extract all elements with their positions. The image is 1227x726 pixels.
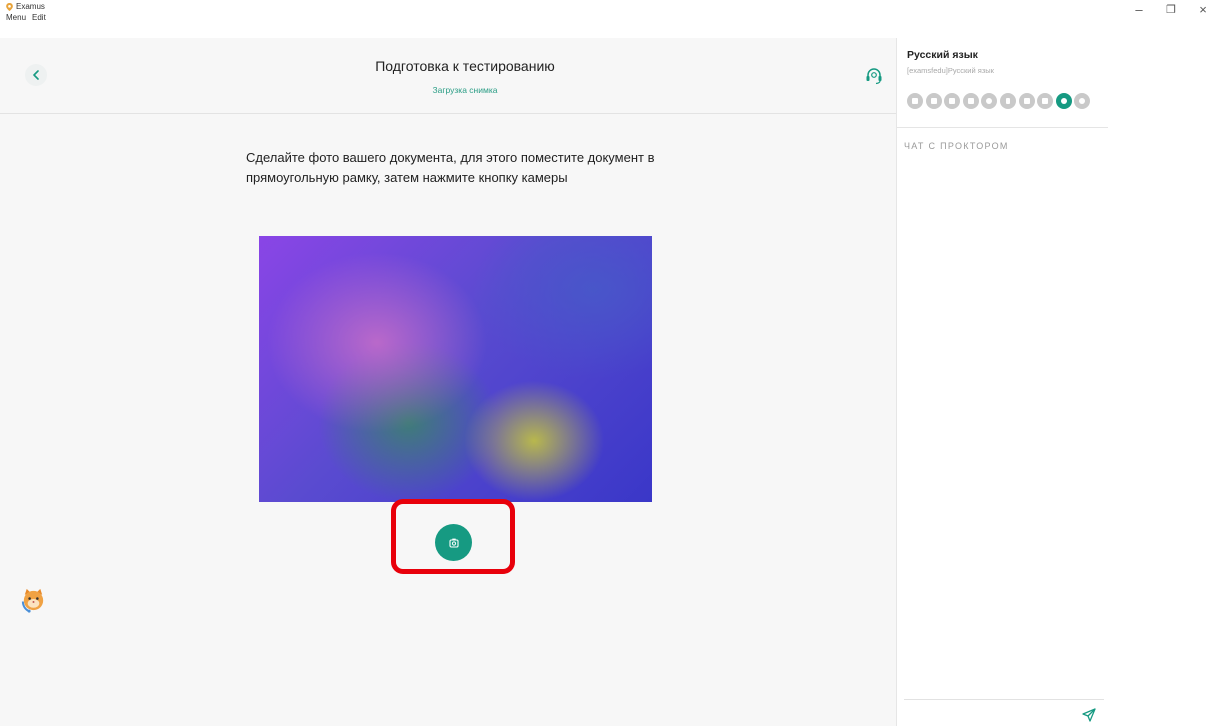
close-button[interactable]: × [1196,3,1210,17]
calculator-icon [944,93,961,109]
examus-logo-icon [6,2,13,11]
sidebar-divider [897,127,1108,128]
main-panel: Подготовка к тестированию Загрузка снимк… [0,38,896,726]
screen-icon [1037,93,1054,109]
app-title-text: Examus [16,2,45,11]
headset-icon[interactable] [864,66,884,86]
page-subtitle: Загрузка снимка [432,85,498,95]
title-bar: Examus Menu Edit – ❐ × [0,0,1227,38]
book-icon [925,93,942,109]
window-controls: – ❐ × [1132,3,1210,17]
menu-bar: Menu Edit [6,13,46,22]
proctor-avatar-icon[interactable] [19,586,48,615]
document-icon [1018,93,1035,109]
calculator-icon [962,93,979,109]
exam-title: Русский язык [907,49,978,61]
eye-icon [1055,93,1072,109]
chat-input[interactable] [904,699,1104,700]
maximize-button[interactable]: ❐ [1164,3,1178,17]
instructions-text: Сделайте фото вашего документа, для этог… [246,150,655,185]
page-title: Подготовка к тестированию [375,58,555,74]
status-icons-row [907,93,1091,109]
camera-preview [259,236,652,502]
minimize-button[interactable]: – [1132,3,1146,17]
menu-item-edit[interactable]: Edit [32,13,46,22]
person-icon [1074,93,1091,109]
exam-subtitle: [examsfedu]Русский язык [907,66,994,75]
mic-icon [907,93,923,109]
app-title: Examus [6,2,45,11]
globe-icon [981,93,998,109]
phone-icon [999,93,1016,109]
page-header: Подготовка к тестированию Загрузка снимк… [0,38,896,114]
exam-sidebar: Русский язык [examsfedu]Русский язык ЧАТ… [896,38,1108,726]
highlight-annotation [391,499,515,574]
chat-header: ЧАТ С ПРОКТОРОМ [904,141,1009,151]
send-icon[interactable] [1081,707,1097,723]
menu-item-menu[interactable]: Menu [6,13,26,22]
